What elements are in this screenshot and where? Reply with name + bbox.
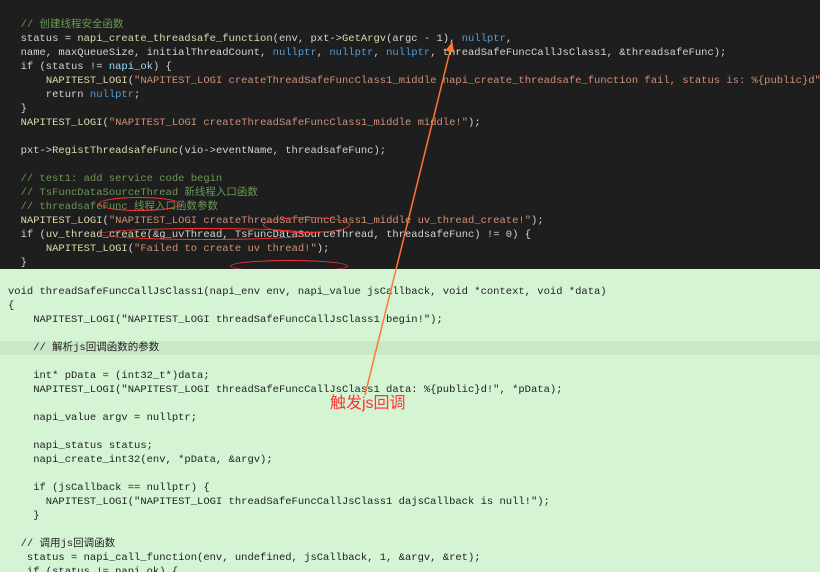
code-line: if (jsCallback == nullptr) { <box>8 482 210 494</box>
code-line: NAPITEST_LOGI("NAPITEST_LOGI createThrea… <box>8 75 820 87</box>
code-line: // 调用js回调函数 <box>8 538 115 550</box>
code-line: NAPITEST_LOGI("NAPITEST_LOGI createThrea… <box>8 215 544 227</box>
code-line: NAPITEST_LOGI("NAPITEST_LOGI threadSafeF… <box>8 314 443 326</box>
code-line: } <box>8 257 27 269</box>
code-line: } <box>8 510 40 522</box>
code-line-highlighted: // 解析js回调函数的参数 <box>0 341 820 355</box>
code-line: napi_create_int32(env, *pData, &argv); <box>8 454 273 466</box>
code-line: napi_status status; <box>8 440 153 452</box>
code-line: void threadSafeFuncCallJsClass1(napi_env… <box>8 286 607 298</box>
code-line: { <box>8 300 14 312</box>
code-editor-lower[interactable]: void threadSafeFuncCallJsClass1(napi_env… <box>0 269 820 572</box>
code-line: if (uv_thread_create(&g_uvThread, TsFunc… <box>8 229 531 241</box>
code-line: if (status != napi_ok) { <box>8 566 178 572</box>
code-line: } <box>8 103 27 115</box>
code-line: NAPITEST_LOGI("NAPITEST_LOGI threadSafeF… <box>8 384 563 396</box>
code-line: name, maxQueueSize, initialThreadCount, … <box>8 47 726 59</box>
code-editor-upper[interactable]: // 创建线程安全函数 status = napi_create_threads… <box>0 0 820 269</box>
code-comment: // test1: add service code begin <box>8 173 222 185</box>
annotation-label: 触发js回调 <box>330 397 406 411</box>
code-comment: // 创建线程安全函数 <box>8 19 124 31</box>
code-line: NAPITEST_LOGI("NAPITEST_LOGI threadSafeF… <box>8 496 550 508</box>
code-line: int* pData = (int32_t*)data; <box>8 370 210 382</box>
code-line: napi_value argv = nullptr; <box>8 412 197 424</box>
code-line: pxt->RegistThreadsafeFunc(vio->eventName… <box>8 145 386 157</box>
code-line: NAPITEST_LOGI("NAPITEST_LOGI createThrea… <box>8 117 481 129</box>
code-line: if (status != napi_ok) { <box>8 61 172 73</box>
code-line: status = napi_call_function(env, undefin… <box>8 552 481 564</box>
code-line: NAPITEST_LOGI("Failed to create uv threa… <box>8 243 329 255</box>
code-line: return nullptr; <box>8 89 140 101</box>
annotation-ellipse <box>230 260 348 269</box>
code-comment: // TsFuncDataSourceThread 新线程入口函数 <box>8 187 258 199</box>
code-line: status = napi_create_threadsafe_function… <box>8 33 512 45</box>
code-comment: // threadsafeFunc 线程入口函数参数 <box>8 201 218 213</box>
